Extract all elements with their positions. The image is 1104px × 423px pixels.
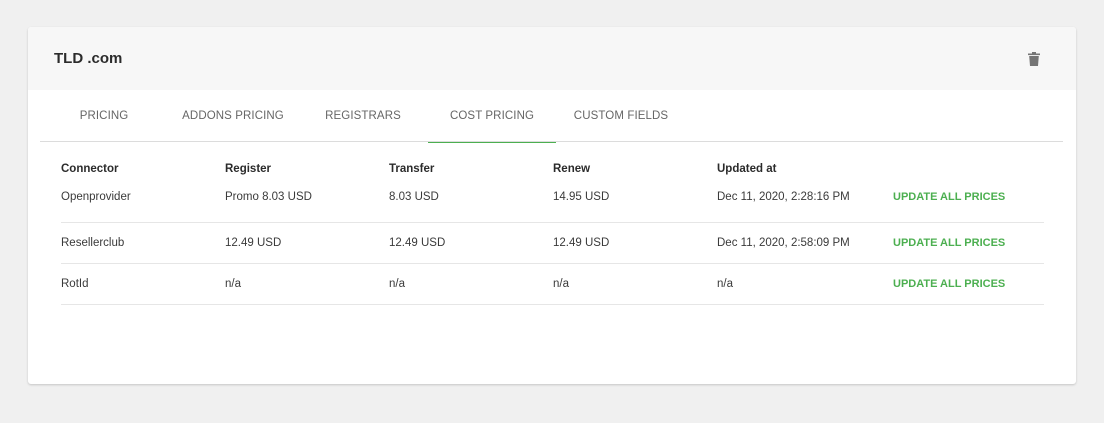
cell-transfer: 8.03 USD [389, 191, 439, 203]
card-header: TLD .com [28, 27, 1076, 90]
cell-connector: Openprovider [61, 191, 131, 203]
cell-updated-at: n/a [717, 278, 733, 290]
table-row: Openprovider Promo 8.03 USD 8.03 USD 14.… [61, 182, 1044, 223]
cell-transfer: 12.49 USD [389, 237, 446, 249]
column-header-connector: Connector [61, 163, 119, 175]
table-header-row: Connector Register Transfer Renew Update… [61, 156, 1044, 182]
tab-custom-fields[interactable]: CUSTOM FIELDS [556, 90, 686, 142]
update-all-prices-link[interactable]: UPDATE ALL PRICES [893, 278, 1044, 290]
tld-card: TLD .com PRICING ADDONS PRICING REGISTRA… [28, 27, 1076, 384]
cell-updated-at: Dec 11, 2020, 2:28:16 PM [717, 191, 850, 203]
cell-updated-at: Dec 11, 2020, 2:58:09 PM [717, 237, 850, 249]
cost-pricing-table: Connector Register Transfer Renew Update… [61, 156, 1044, 305]
column-header-renew: Renew [553, 163, 591, 175]
table-row: Resellerclub 12.49 USD 12.49 USD 12.49 U… [61, 223, 1044, 264]
cell-connector: Resellerclub [61, 237, 125, 249]
cell-renew: 14.95 USD [553, 191, 610, 203]
tab-registrars[interactable]: REGISTRARS [298, 90, 428, 142]
trash-icon [1028, 51, 1040, 66]
tab-addons-pricing[interactable]: ADDONS PRICING [168, 90, 298, 142]
cell-register: 12.49 USD [225, 237, 282, 249]
cell-transfer: n/a [389, 278, 405, 290]
cell-connector: RotId [61, 278, 89, 290]
delete-button[interactable] [1026, 50, 1042, 68]
tab-cost-pricing[interactable]: COST PRICING [428, 90, 556, 143]
page-title: TLD .com [54, 50, 123, 67]
cell-register: n/a [225, 278, 241, 290]
tab-pricing[interactable]: PRICING [40, 90, 168, 142]
column-header-transfer: Transfer [389, 163, 435, 175]
column-header-updated-at: Updated at [717, 163, 777, 175]
table-row: RotId n/a n/a n/a n/a UPDATE ALL PRICES [61, 264, 1044, 305]
update-all-prices-link[interactable]: UPDATE ALL PRICES [893, 191, 1044, 203]
update-all-prices-link[interactable]: UPDATE ALL PRICES [893, 237, 1044, 249]
cell-renew: 12.49 USD [553, 237, 610, 249]
tab-bar: PRICING ADDONS PRICING REGISTRARS COST P… [40, 90, 1063, 143]
column-header-register: Register [225, 163, 272, 175]
cell-renew: n/a [553, 278, 569, 290]
cell-register: Promo 8.03 USD [225, 191, 312, 203]
